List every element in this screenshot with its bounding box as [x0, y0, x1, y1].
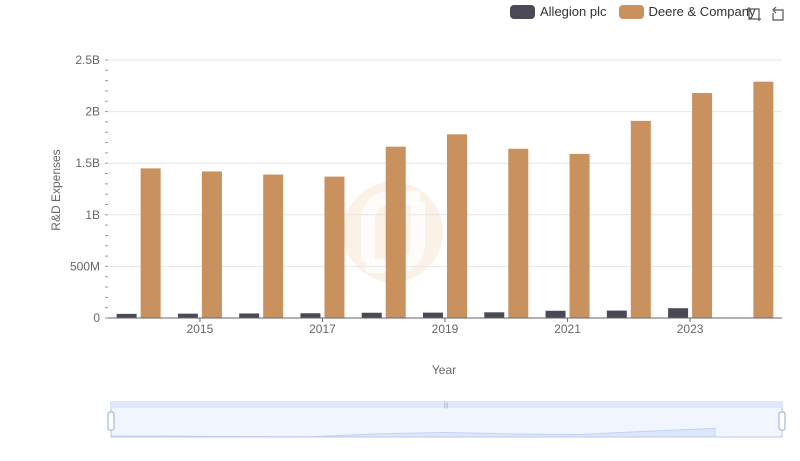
bar-allegion-2021[interactable] [545, 310, 566, 318]
chart: 0 500M 1B 1.5B 2B 2.5B 2015 2017 2019 2021 2023 R&… [49, 53, 786, 438]
y-tick-label: 2B [85, 105, 100, 119]
bar-allegion-2017[interactable] [300, 313, 321, 318]
bar-deere-2020[interactable] [508, 148, 529, 318]
bar-allegion-2015[interactable] [177, 313, 198, 318]
y-tick-label: 0 [93, 311, 100, 325]
x-tick-label: 2023 [677, 322, 704, 336]
y-tick-label: 1B [85, 208, 100, 222]
bar-allegion-2022[interactable] [606, 310, 627, 318]
bar-deere-2014[interactable] [140, 168, 161, 318]
bar-allegion-2018[interactable] [361, 312, 382, 318]
x-tick-label: 2019 [432, 322, 459, 336]
bar-allegion-2023[interactable] [668, 308, 689, 318]
bar-deere-2024[interactable] [753, 81, 774, 318]
slider-grip-icon[interactable]: ||| [444, 403, 449, 409]
bar-allegion-2019[interactable] [423, 312, 443, 318]
bar-deere-2021[interactable] [569, 153, 590, 318]
data-zoom-slider[interactable]: ||| [107, 401, 786, 438]
bar-deere-2015[interactable] [201, 171, 222, 318]
y-tick-label: 1.5B [75, 156, 100, 170]
bar-allegion-2020[interactable] [484, 312, 505, 318]
bar-deere-2017[interactable] [324, 176, 345, 318]
bar-deere-2016[interactable] [263, 174, 284, 318]
y-tick-label: 2.5B [75, 53, 100, 67]
bar-deere-2019[interactable] [447, 134, 467, 318]
y-axis-title: R&D Expenses [49, 149, 63, 230]
x-tick-label: 2021 [554, 322, 581, 336]
slider-handle-left[interactable] [107, 411, 115, 431]
bar-allegion-2016[interactable] [239, 313, 260, 318]
y-tick-label: 500M [70, 259, 100, 273]
x-tick-label: 2015 [187, 322, 214, 336]
x-axis-title: Year [432, 363, 456, 377]
bar-deere-2018[interactable] [385, 146, 406, 318]
x-tick-label: 2017 [309, 322, 336, 336]
bar-deere-2023[interactable] [692, 93, 713, 318]
slider-handle-right[interactable] [778, 411, 786, 431]
bar-allegion-2014[interactable] [116, 313, 137, 318]
bar-deere-2022[interactable] [630, 120, 651, 318]
